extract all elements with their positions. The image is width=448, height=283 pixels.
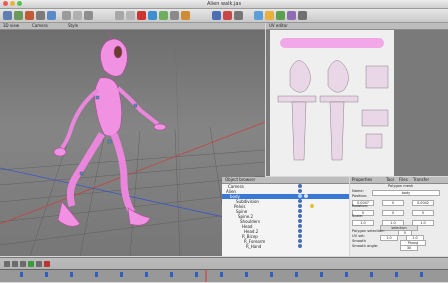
smooth-angle-field[interactable]: 30 [400,244,418,251]
uv-shell-hand [365,65,389,89]
deformer-icon[interactable] [159,11,168,20]
uv-shell-arms-right [319,95,359,103]
visibility-icon[interactable] [298,239,302,243]
uv-tool-icon[interactable] [254,11,263,20]
timeline-ruler[interactable] [0,269,448,282]
visibility-icon[interactable] [298,209,302,213]
record-key-icon[interactable] [44,261,50,267]
step-forward-icon[interactable] [36,261,42,267]
uv-shell-head-left [289,60,311,93]
properties-tabs: Properties Tool Files Transfer [350,177,448,184]
viewport-type-menu[interactable]: 3D view [3,23,19,28]
uv-shell-head-strip [280,38,384,48]
tab-properties[interactable]: Properties [352,177,372,182]
light-icon[interactable] [148,11,157,20]
uv-shell-body-left [291,101,307,161]
material-icon[interactable] [137,11,146,20]
scale-tool-icon[interactable] [25,11,34,20]
uv-shell-head-right [327,60,349,93]
cube-primitive-icon[interactable] [115,11,124,20]
timeline-ticks [20,270,423,282]
uv-layout [277,38,389,161]
uv-shell-foot [361,109,389,127]
bone-tag-icon[interactable] [310,204,314,208]
render-icon[interactable] [181,11,190,20]
polygon-tool-icon[interactable] [62,11,71,20]
timeline-panel [0,257,448,282]
edge-tool-icon[interactable] [73,11,82,20]
uv-texture-canvas[interactable] [270,30,394,176]
uv-editor-header: UV editor [266,23,448,30]
paint-icon[interactable] [265,11,274,20]
tree-row-r-hand[interactable]: R_Hand [222,244,349,249]
visibility-icon[interactable] [298,219,302,223]
alien-character-mesh[interactable] [53,30,167,227]
texture-icon[interactable] [276,11,285,20]
bone-icon[interactable] [170,11,179,20]
tab-transfer[interactable]: Transfer [413,177,429,182]
tab-tool[interactable]: Tool [386,177,394,182]
uv-editor-panel[interactable] [266,30,448,176]
material-tag-icon[interactable] [304,194,308,198]
go-to-start-icon[interactable] [4,261,10,267]
settings-icon[interactable] [298,11,307,20]
window-title: Alien walk.jas [206,1,242,7]
visibility-icon[interactable] [298,229,302,233]
camera-menu[interactable]: Camera [32,23,48,28]
uv-shell-body-right [329,101,345,161]
grid-icon[interactable] [234,11,243,20]
visibility-icon[interactable] [298,184,302,188]
uv-shell-eye [365,133,383,149]
object-browser-label: Object browser [225,177,256,182]
keyframe-track [20,272,423,277]
tab-files[interactable]: Files [399,177,408,182]
visibility-icon[interactable] [298,224,302,228]
visibility-icon[interactable] [298,189,302,193]
object-browser-panel[interactable]: Camera Alien body Subdivision Pelvis Spi… [222,184,349,256]
visibility-icon[interactable] [298,234,302,238]
viewport-header: 3D view Camera Style [0,23,265,30]
tree-row-label: R_Hand [246,244,262,249]
style-menu[interactable]: Style [68,23,78,28]
rotate-tool-icon[interactable] [14,11,23,20]
vertex-tool-icon[interactable] [84,11,93,20]
view-tool-icon[interactable] [47,11,56,20]
script-icon[interactable] [287,11,296,20]
play-backward-icon[interactable] [20,261,26,267]
smooth-angle-label: Smooth angle: [352,244,379,248]
main-toolbar [0,9,448,23]
record-icon[interactable] [223,11,232,20]
uv-shell-arms-left [277,95,317,103]
object-browser-header: Object browser [222,177,349,184]
uv-editor-label: UV editor [269,23,288,28]
visibility-icon[interactable] [298,214,302,218]
title-bar: Alien walk.jas [0,0,448,9]
properties-panel: Polygon mesh Name: body Position: 0.0047… [350,184,448,256]
smooth-angle-row: Smooth angle: 30 [350,244,448,251]
select-tool-icon[interactable] [36,11,45,20]
visibility-icon[interactable] [298,199,302,203]
step-back-icon[interactable] [12,261,18,267]
visibility-icon[interactable] [298,244,302,248]
play-icon[interactable] [28,261,34,267]
visibility-icon[interactable] [298,204,302,208]
camera-icon[interactable] [212,11,221,20]
move-tool-icon[interactable] [3,11,12,20]
sphere-primitive-icon[interactable] [126,11,135,20]
visibility-icon[interactable] [298,194,302,198]
